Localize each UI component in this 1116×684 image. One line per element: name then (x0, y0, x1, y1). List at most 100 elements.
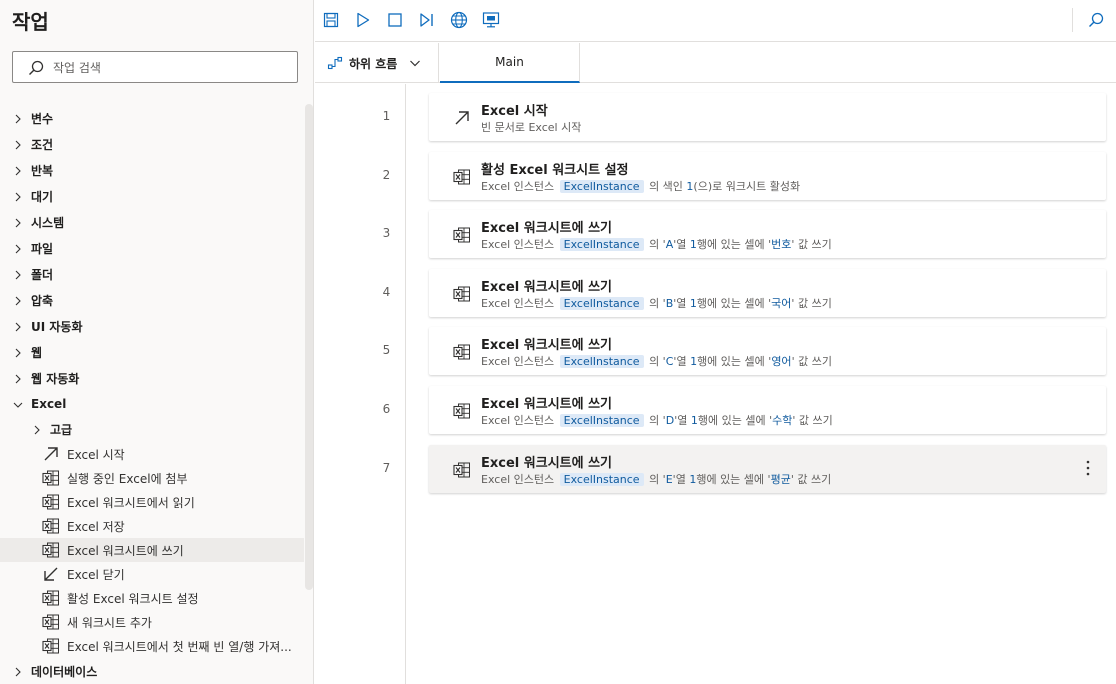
action-item[interactable]: Excel 저장 (0, 514, 304, 538)
category-1[interactable]: 조건 (0, 132, 304, 156)
category-0[interactable]: 변수 (0, 106, 304, 130)
action-label: Excel 닫기 (67, 567, 125, 582)
step-description: 빈 문서로 Excel 시작 (481, 119, 581, 135)
run-next-action-button[interactable] (417, 10, 437, 30)
subcategory-advanced[interactable]: 고급 (0, 417, 304, 441)
arrow-up-right-icon (42, 445, 60, 463)
flow-step[interactable]: Excel 워크시트에 쓰기 Excel 인스턴스 ExcelInstance 의… (429, 386, 1106, 434)
excel-icon (42, 541, 60, 559)
category-label: Excel (31, 397, 67, 411)
action-item[interactable]: Excel 워크시트에 쓰기 (0, 538, 304, 562)
step-title: Excel 워크시트에 쓰기 (481, 338, 613, 354)
flow-step[interactable]: 활성 Excel 워크시트 설정 Excel 인스턴스 ExcelInstance… (429, 151, 1106, 200)
line-number: 4 (382, 284, 391, 299)
more-options-icon[interactable] (1084, 459, 1092, 477)
column-value: B (665, 296, 674, 310)
category-2[interactable]: 반복 (0, 158, 304, 182)
desktop-recorder-button[interactable] (481, 10, 501, 30)
category-7[interactable]: 압축 (0, 288, 304, 312)
search-box[interactable] (12, 51, 298, 83)
stop-button[interactable] (385, 10, 405, 30)
action-label: Excel 워크시트에 쓰기 (67, 543, 184, 558)
designer-toolbar (315, 0, 1116, 42)
flow-step[interactable]: Excel 시작 빈 문서로 Excel 시작 (429, 93, 1106, 141)
excel-icon (453, 343, 471, 361)
actions-pane-title: 작업 (12, 10, 49, 34)
category-excel[interactable]: Excel (0, 392, 304, 416)
category-label: 조건 (31, 137, 54, 152)
category-3[interactable]: 대기 (0, 184, 304, 208)
action-label: 새 워크시트 추가 (67, 615, 152, 630)
category-label: 반복 (31, 163, 54, 178)
variable-token: ExcelInstance (559, 472, 644, 486)
category-label: UI 자동화 (31, 319, 83, 334)
step-description: Excel 인스턴스 ExcelInstance 의 'A'열 1행에 있는 셀… (481, 238, 832, 252)
desc-text: 의 (649, 355, 660, 369)
action-item[interactable]: Excel 시작 (0, 442, 304, 466)
desc-text: Excel 인스턴스 (481, 472, 555, 486)
category-4[interactable]: 시스템 (0, 210, 304, 234)
action-item[interactable]: Excel 닫기 (0, 562, 304, 586)
desc-text: 값 쓰기 (797, 472, 832, 486)
step-title: Excel 워크시트에 쓰기 (481, 279, 613, 295)
save-button[interactable] (321, 10, 341, 30)
action-item[interactable]: Excel 워크시트에서 읽기 (0, 490, 304, 514)
category-8[interactable]: UI 자동화 (0, 314, 304, 338)
category-9[interactable]: 웹 (0, 340, 304, 364)
column-value: C (665, 355, 674, 369)
cell-value: 수학 (772, 414, 793, 427)
category-5[interactable]: 파일 (0, 236, 304, 260)
desc-text: Excel 인스턴스 (481, 179, 555, 193)
chevron-right-icon (13, 321, 23, 332)
chevron-right-icon (32, 424, 42, 435)
action-label: 실행 중인 Excel에 첨부 (67, 471, 188, 486)
category-label: 시스템 (31, 215, 65, 230)
action-search-input[interactable] (53, 58, 283, 78)
tab-main[interactable]: Main (440, 43, 580, 83)
desc-text: 열 (676, 355, 687, 369)
action-label: Excel 워크시트에서 첫 번째 빈 열/행 가져... (67, 639, 292, 654)
run-button[interactable] (353, 10, 373, 30)
chevron-down-icon (410, 60, 421, 67)
excel-icon (453, 285, 471, 303)
step-title: Excel 시작 (481, 104, 548, 119)
cell-value: 국어 (771, 296, 792, 310)
subflow-icon (327, 56, 343, 70)
excel-icon (42, 493, 60, 511)
row-value: 1 (690, 355, 698, 369)
step-description: Excel 인스턴스 ExcelInstance 의 'D'열 1행에 있는 셀… (481, 414, 833, 427)
arrow-up-right-icon (453, 109, 471, 127)
step-description: Excel 인스턴스 ExcelInstance 의 'C'열 1행에 있는 셀… (481, 355, 832, 369)
excel-icon (42, 637, 60, 655)
desc-text: 열 (675, 472, 686, 486)
flow-step[interactable]: Excel 워크시트에 쓰기 Excel 인스턴스 ExcelInstance 의… (429, 268, 1106, 317)
action-item[interactable]: 실행 중인 Excel에 첨부 (0, 466, 304, 490)
line-number-gutter: 1 2 3 4 5 6 7 (315, 84, 406, 684)
cell-value: 평균 (770, 472, 791, 486)
desc-text: 의 색인 (649, 179, 683, 193)
excel-icon (42, 613, 60, 631)
desc-text: 값 쓰기 (798, 355, 832, 369)
flow-step[interactable]: Excel 워크시트에 쓰기 Excel 인스턴스 ExcelInstance 의… (429, 444, 1106, 493)
web-recorder-button[interactable] (449, 10, 469, 30)
search-flow-button[interactable] (1086, 10, 1106, 30)
step-title: Excel 워크시트에 쓰기 (481, 455, 613, 471)
chevron-right-icon (13, 243, 23, 254)
line-number: 2 (382, 167, 391, 182)
category-database[interactable]: 데이터베이스 (0, 659, 304, 683)
toolbar-divider (1072, 8, 1073, 32)
line-number: 1 (382, 109, 391, 123)
variable-token: ExcelInstance (559, 414, 644, 427)
flow-step[interactable]: Excel 워크시트에 쓰기 Excel 인스턴스 ExcelInstance 의… (429, 327, 1106, 376)
scrollbar[interactable] (305, 104, 313, 590)
action-item[interactable]: 새 워크시트 추가 (0, 610, 304, 634)
action-item[interactable]: Excel 워크시트에서 첫 번째 빈 열/행 가져... (0, 634, 304, 658)
chevron-right-icon (13, 373, 23, 384)
flow-step[interactable]: Excel 워크시트에 쓰기 Excel 인스턴스 ExcelInstance 의… (429, 210, 1106, 259)
excel-icon (42, 517, 60, 535)
action-item[interactable]: 활성 Excel 워크시트 설정 (0, 586, 304, 610)
subflows-dropdown[interactable]: 하위 흐름 (315, 43, 439, 83)
category-6[interactable]: 폴더 (0, 262, 304, 286)
category-10[interactable]: 웹 자동화 (0, 366, 304, 390)
column-value: E (665, 472, 673, 486)
